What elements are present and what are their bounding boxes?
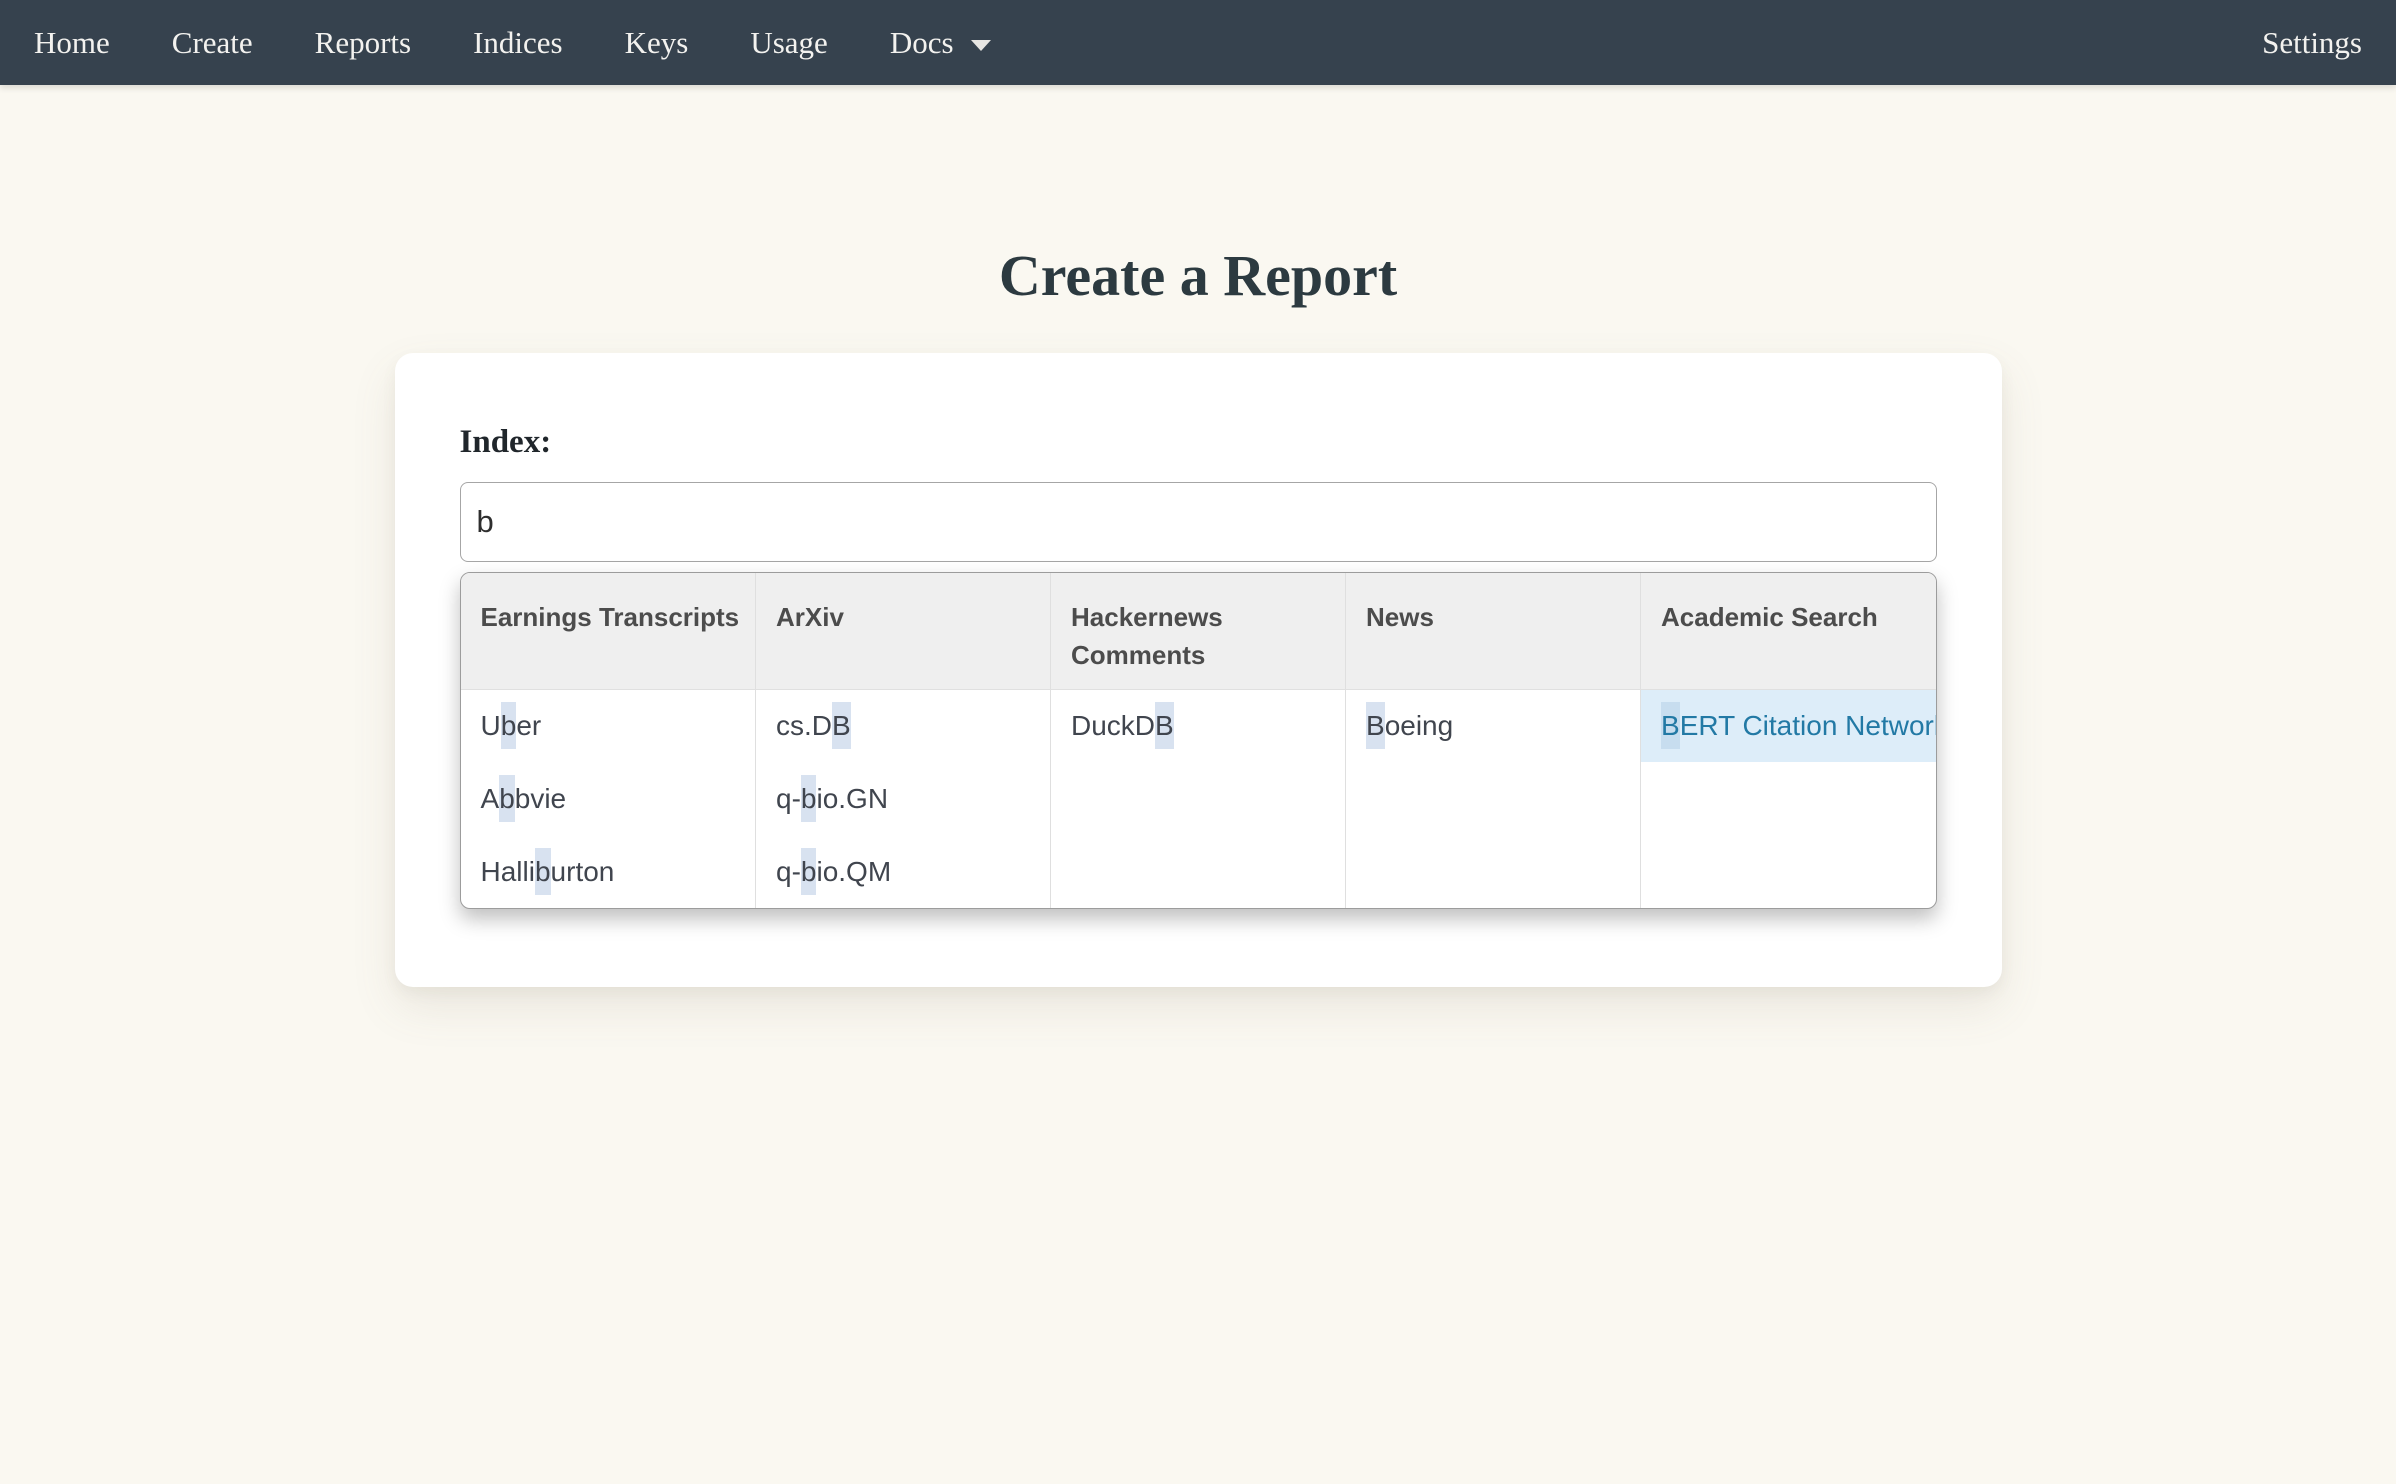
suggestion-uber[interactable]: Uber xyxy=(461,689,756,762)
page-title: Create a Report xyxy=(0,243,2396,310)
suggestion-link: BERT Citation Network xyxy=(1661,702,1937,749)
index-suggestions-dropdown: Earnings Transcripts ArXiv Hackernews Co… xyxy=(460,572,1937,909)
nav-item-reports[interactable]: Reports xyxy=(315,25,411,61)
suggestions-row-1: Uber cs.DB DuckDB Boeing BERT Citation N… xyxy=(461,689,1936,762)
match-highlight: b xyxy=(801,848,817,895)
nav-links: Home Create Reports Indices Keys Usage D… xyxy=(34,25,991,61)
nav-item-indices[interactable]: Indices xyxy=(473,25,563,61)
suggestion-cell-empty xyxy=(1051,835,1346,908)
column-header-arxiv: ArXiv xyxy=(756,573,1051,689)
text-post: urton xyxy=(551,856,615,887)
top-navbar: Home Create Reports Indices Keys Usage D… xyxy=(0,0,2396,85)
nav-item-docs-label: Docs xyxy=(890,25,954,61)
column-header-academic-search: Academic Search xyxy=(1641,573,1936,689)
suggestions-row-3: Halliburton q-bio.QM xyxy=(461,835,1936,908)
nav-item-keys[interactable]: Keys xyxy=(625,25,689,61)
suggestions-table: Earnings Transcripts ArXiv Hackernews Co… xyxy=(461,573,1936,908)
suggestion-cs-db[interactable]: cs.DB xyxy=(756,689,1051,762)
match-highlight: B xyxy=(1661,702,1680,749)
text-pre: A xyxy=(481,783,500,814)
match-highlight: b xyxy=(535,848,551,895)
text-pre: q- xyxy=(776,856,801,887)
suggestion-q-bio-qm[interactable]: q-bio.QM xyxy=(756,835,1051,908)
suggestion-cell-empty xyxy=(1346,835,1641,908)
nav-item-home[interactable]: Home xyxy=(34,25,110,61)
suggestion-cell-empty xyxy=(1051,762,1346,835)
suggestion-duckdb[interactable]: DuckDB xyxy=(1051,689,1346,762)
suggestion-abbvie[interactable]: Abbvie xyxy=(461,762,756,835)
suggestion-cell-empty xyxy=(1641,835,1936,908)
suggestion-cell-empty xyxy=(1346,762,1641,835)
chevron-down-icon xyxy=(971,40,991,51)
suggestion-bert-citation-network[interactable]: BERT Citation Network xyxy=(1641,689,1936,762)
create-report-card: Index: Earnings Transcripts ArXiv Hacker… xyxy=(395,353,2002,987)
text-pre: U xyxy=(481,710,501,741)
text-pre: q- xyxy=(776,783,801,814)
nav-item-docs[interactable]: Docs xyxy=(890,25,991,61)
main-content: Create a Report Index: Earnings Transcri… xyxy=(0,243,2396,987)
suggestion-boeing[interactable]: Boeing xyxy=(1346,689,1641,762)
suggestion-cell-empty xyxy=(1641,762,1936,835)
text-pre: DuckD xyxy=(1071,710,1155,741)
match-highlight: B xyxy=(1155,702,1174,749)
text-post: ERT Citation Network xyxy=(1680,710,1937,741)
text-post: er xyxy=(516,710,541,741)
text-post: io.QM xyxy=(816,856,891,887)
suggestions-row-2: Abbvie q-bio.GN xyxy=(461,762,1936,835)
suggestions-header-row: Earnings Transcripts ArXiv Hackernews Co… xyxy=(461,573,1936,689)
column-header-news: News xyxy=(1346,573,1641,689)
column-header-earnings-transcripts: Earnings Transcripts xyxy=(461,573,756,689)
suggestion-q-bio-gn[interactable]: q-bio.GN xyxy=(756,762,1051,835)
text-post: oeing xyxy=(1385,710,1454,741)
index-input[interactable] xyxy=(460,482,1937,562)
text-pre: Halli xyxy=(481,856,535,887)
index-field-label: Index: xyxy=(460,423,1937,463)
text-post: bvie xyxy=(515,783,566,814)
match-highlight: B xyxy=(1366,702,1385,749)
match-highlight: b xyxy=(801,775,817,822)
match-highlight: B xyxy=(832,702,851,749)
nav-item-usage[interactable]: Usage xyxy=(750,25,827,61)
column-header-hackernews-comments: Hackernews Comments xyxy=(1051,573,1346,689)
text-post: io.GN xyxy=(816,783,888,814)
text-pre: cs.D xyxy=(776,710,832,741)
match-highlight: b xyxy=(501,702,517,749)
nav-item-create[interactable]: Create xyxy=(172,25,253,61)
suggestion-halliburton[interactable]: Halliburton xyxy=(461,835,756,908)
match-highlight: b xyxy=(499,775,515,822)
nav-item-settings[interactable]: Settings xyxy=(2262,25,2362,61)
